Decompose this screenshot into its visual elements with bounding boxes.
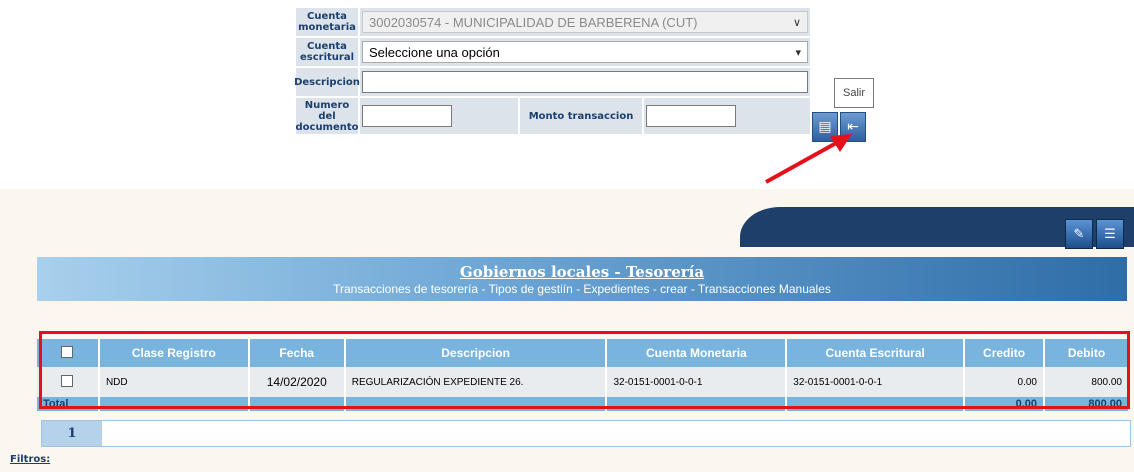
select-all-checkbox[interactable] [61,345,74,358]
descripcion-input[interactable] [362,71,808,93]
screen: Cuenta monetaria 3002030574 - MUNICIPALI… [0,0,1134,472]
breadcrumb: Transacciones de tesorería - Tipos de ge… [333,282,831,296]
monto-label: Monto transaccion [520,98,644,134]
total-debito: 800.00 [1044,397,1130,411]
red-arrow-annotation [765,134,852,184]
header-debito: Debito [1044,339,1130,367]
cuenta-escritural-value: Seleccione una opción [369,44,500,60]
descripcion-label: Descripcion [294,68,360,96]
cuenta-monetaria-value: 3002030574 - MUNICIPALIDAD DE BARBERENA … [369,14,698,30]
pager: 1 [41,420,1131,447]
header-descripcion: Descripcion [344,339,608,367]
total-empty [344,397,608,411]
page-number[interactable]: 1 [42,421,102,446]
cell-descripcion: REGULARIZACIÓN EXPEDIENTE 26. [344,367,608,397]
total-row: Total 0.00 800.00 [37,397,1130,411]
eraser-button[interactable]: ✎ [1065,219,1093,249]
cell-credito: 0.00 [964,367,1045,397]
chevron-down-icon: ∨ [792,16,801,29]
chevron-down-icon: ▾ [795,46,801,59]
transactions-table: Clase Registro Fecha Descripcion Cuenta … [37,339,1130,411]
database-icon: ☰ [1104,226,1116,242]
cell-clase: NDD [98,367,250,397]
cuenta-escritural-select[interactable]: Seleccione una opción ▾ [362,41,808,63]
cell-cuenta-escritural: 32-0151-0001-0-0-1 [786,367,966,397]
row-select-cell [37,367,100,397]
eraser-icon: ✎ [1073,226,1085,242]
total-empty [98,397,250,411]
cuenta-escritural-label: Cuenta escritural [296,38,360,66]
numero-documento-input[interactable] [362,105,452,127]
cuenta-monetaria-label: Cuenta monetaria [296,8,360,36]
table-header-row: Clase Registro Fecha Descripcion Cuenta … [37,339,1130,367]
select-all-header [37,339,100,367]
page-title[interactable]: Gobiernos locales - Tesorería [37,263,1127,281]
total-empty [606,397,788,411]
cuenta-monetaria-select[interactable]: 3002030574 - MUNICIPALIDAD DE BARBERENA … [362,11,808,33]
cell-cuenta-monetaria: 32-0151-0001-0-0-1 [606,367,788,397]
total-credito: 0.00 [964,397,1045,411]
tesoreria-page: ✎ ☰ Gobiernos locales - Tesorería Transa… [0,189,1134,472]
header-cuenta-monetaria: Cuenta Monetaria [606,339,788,367]
total-empty [786,397,966,411]
total-label: Total [37,397,100,411]
database-button[interactable]: ☰ [1096,219,1124,249]
cell-fecha: 14/02/2020 [248,367,346,397]
header-clase-registro: Clase Registro [98,339,250,367]
row-checkbox[interactable] [61,374,74,387]
header-cuenta-escritural: Cuenta Escritural [786,339,966,367]
transaction-form: Cuenta monetaria 3002030574 - MUNICIPALI… [294,8,810,134]
title-bar: Gobiernos locales - Tesorería Transaccio… [37,257,1127,301]
salir-tooltip: Salir [834,78,874,108]
header-fecha: Fecha [248,339,346,367]
numero-documento-label: Numero del documento [295,98,360,134]
monto-input[interactable] [646,105,736,127]
table-row: NDD 14/02/2020 REGULARIZACIÓN EXPEDIENTE… [37,367,1130,397]
total-empty [248,397,346,411]
cell-debito: 800.00 [1044,367,1130,397]
filtros-link[interactable]: Filtros: [10,454,50,465]
header-credito: Credito [964,339,1045,367]
